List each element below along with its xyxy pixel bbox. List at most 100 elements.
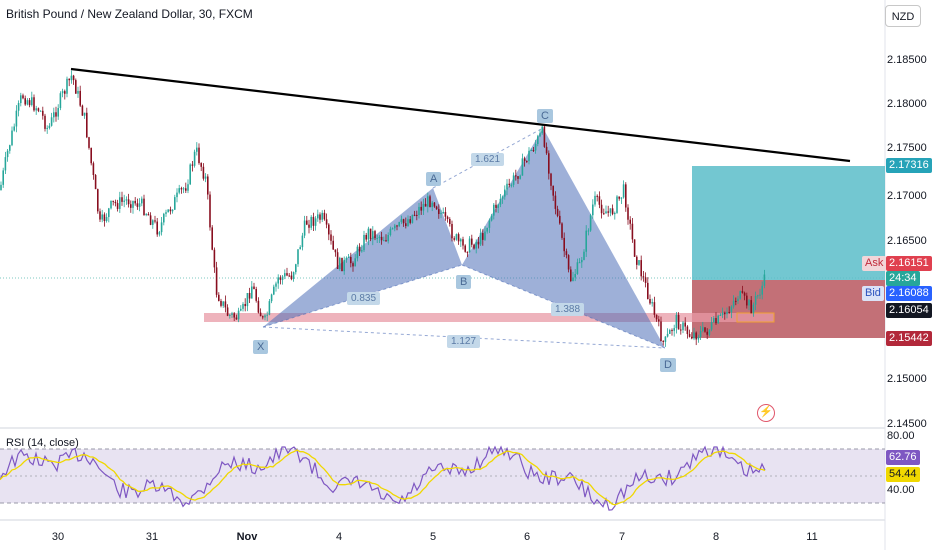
candle-body [24,98,26,105]
candle-body [396,225,398,227]
candle-body [704,327,706,332]
candle-body [66,78,68,94]
candle-body [380,236,383,241]
candle-body [325,219,328,225]
pattern-point-d[interactable]: D [660,358,676,372]
pattern-point-c[interactable]: C [537,109,553,123]
candle-body [451,223,453,239]
candle-body [86,112,88,138]
candle-body [176,192,178,198]
candle-body [422,203,425,211]
candle-body [743,292,746,296]
candle-body [658,319,660,322]
candle-body [655,314,658,320]
currency-button[interactable]: NZD [885,5,921,27]
candle-body [567,255,570,270]
pattern-point-b[interactable]: B [456,275,472,289]
candle-body [163,213,165,223]
ask-label: Ask [862,256,887,271]
last-price-tag: 2.16054 [886,303,932,318]
candle-body [644,277,647,283]
candle-body [262,316,264,318]
candle-body [301,235,304,248]
candle-body [699,331,702,338]
candle-body [253,286,255,290]
candle-body [180,188,183,190]
candle-body [158,232,161,235]
candle-body [110,200,112,209]
candle-body [55,112,57,117]
candle-body [664,336,667,342]
candle-body [576,262,579,274]
candle-body [583,251,585,260]
candle-body [59,93,62,109]
candle-body [213,249,216,268]
candle-body [376,238,378,240]
candle-body [277,277,279,284]
time-axis-label: 4 [335,531,343,543]
candle-body [123,200,125,202]
candle-body [750,300,752,314]
candle-body [378,236,381,239]
candle-body [675,314,678,329]
rsi-axis-label: 40.00 [887,484,915,496]
candle-body [625,184,627,208]
candle-body [556,208,559,216]
candle-body [341,257,343,272]
candle-body [246,292,249,307]
candle-body [303,220,306,236]
candle-body [257,300,260,313]
candle-body [446,216,449,219]
candle-body [508,183,510,185]
candle-body [299,247,301,250]
candle-body [449,218,451,224]
candle-body [281,276,284,280]
candle-body [741,291,744,293]
candle-body [418,206,420,216]
candle-body [611,208,614,215]
candle-body [13,126,15,131]
candle-body [105,217,108,222]
candle-body [134,200,136,204]
lightning-icon[interactable]: ⚡ [757,404,775,422]
candle-body [660,321,662,342]
candle-body [317,214,319,219]
stop-zone[interactable] [692,280,885,338]
target-zone[interactable] [692,166,885,280]
candle-body [145,214,147,216]
candle-body [534,143,537,151]
candle-body [757,295,759,297]
candle-body [50,117,53,126]
candle-body [732,300,735,307]
candle-body [365,234,367,240]
candle-body [143,198,145,215]
candle-body [90,147,92,164]
candle-body [130,204,132,208]
candle-body [187,184,189,191]
candle-body [686,326,689,335]
candle-body [121,197,123,202]
candle-body [233,313,235,318]
candle-body [684,322,686,327]
pattern-point-x[interactable]: X [253,340,269,354]
candle-body [385,240,387,242]
candle-body [46,127,48,129]
trend-line[interactable] [70,67,851,163]
time-axis-label: 11 [806,531,818,543]
candle-body [721,312,724,315]
candle-body [17,103,20,111]
rsi-axis-label: 80.00 [887,430,915,442]
candle-body [585,230,587,252]
candle-body [178,188,180,193]
candle-body [79,90,81,106]
pattern-point-a[interactable]: A [426,172,442,186]
candle-body [460,239,462,242]
candle-body [543,126,546,147]
candle-body [620,197,623,199]
candle-body [270,294,273,302]
rsi-value-tag: 62.76 [886,450,920,465]
candle-body [618,196,620,199]
candle-body [339,257,341,269]
candle-body [587,230,590,232]
candle-body [713,318,715,323]
